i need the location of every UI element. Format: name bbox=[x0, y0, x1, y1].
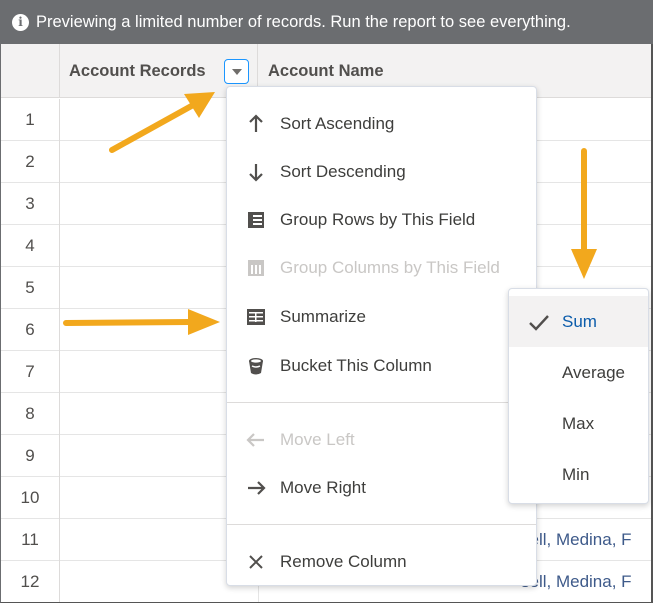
arrow-left-icon bbox=[246, 430, 266, 450]
row-number: 11 bbox=[1, 519, 60, 561]
group-rows-icon bbox=[246, 210, 266, 230]
row-number: 2 bbox=[1, 141, 60, 183]
summarize-submenu: Sum Average Max Min bbox=[508, 288, 649, 504]
submenu-item-min[interactable]: Min bbox=[509, 449, 648, 500]
column-header-label: Account Name bbox=[268, 61, 384, 80]
row-number-header bbox=[1, 44, 60, 98]
row-number: 1 bbox=[1, 99, 60, 141]
submenu-item-label: Average bbox=[562, 362, 626, 382]
column-header-label: Account Records bbox=[69, 61, 206, 80]
menu-item-remove-column[interactable]: Remove Column bbox=[227, 540, 536, 584]
checkmark-icon bbox=[529, 315, 549, 331]
arrow-down-icon bbox=[246, 162, 266, 182]
submenu-item-average[interactable]: Average bbox=[509, 347, 648, 398]
account-name-cell[interactable]: sell, Medina, F bbox=[521, 519, 632, 561]
menu-item-label: Group Rows by This Field bbox=[280, 210, 476, 229]
submenu-item-label: Max bbox=[562, 413, 595, 433]
row-number: 4 bbox=[1, 225, 60, 267]
menu-divider bbox=[227, 402, 536, 403]
row-number: 5 bbox=[1, 267, 60, 309]
submenu-item-max[interactable]: Max bbox=[509, 398, 648, 449]
menu-item-move-left: Move Left bbox=[227, 418, 536, 462]
arrow-up-icon bbox=[246, 114, 266, 134]
menu-item-group-columns: Group Columns by This Field bbox=[227, 246, 536, 290]
menu-item-summarize[interactable]: Summarize bbox=[227, 295, 538, 339]
account-name-cell[interactable]: sell, Medina, F bbox=[521, 561, 632, 602]
preview-banner: i Previewing a limited number of records… bbox=[0, 0, 653, 44]
menu-item-label: Group Columns by This Field bbox=[280, 258, 500, 277]
menu-item-group-rows[interactable]: Group Rows by This Field bbox=[227, 198, 536, 242]
menu-item-label: Sort Descending bbox=[280, 162, 406, 181]
menu-item-bucket[interactable]: Bucket This Column bbox=[227, 344, 536, 388]
bucket-icon bbox=[246, 356, 266, 376]
menu-divider bbox=[227, 524, 536, 525]
close-icon bbox=[246, 552, 266, 572]
submenu-item-label: Sum bbox=[562, 311, 597, 331]
row-number: 9 bbox=[1, 435, 60, 477]
menu-item-sort-ascending[interactable]: Sort Ascending bbox=[227, 102, 536, 146]
banner-text: Previewing a limited number of records. … bbox=[36, 12, 571, 31]
group-columns-icon bbox=[246, 258, 266, 278]
row-number: 10 bbox=[1, 477, 60, 519]
menu-item-label: Move Right bbox=[280, 478, 366, 497]
summarize-icon bbox=[246, 307, 266, 327]
row-number: 6 bbox=[1, 309, 60, 351]
menu-item-move-right[interactable]: Move Right bbox=[227, 466, 536, 510]
menu-item-label: Summarize bbox=[280, 307, 366, 326]
menu-item-label: Sort Ascending bbox=[280, 114, 395, 133]
arrow-right-icon bbox=[246, 478, 266, 498]
chevron-down-icon bbox=[231, 68, 242, 75]
row-number: 12 bbox=[1, 561, 60, 602]
submenu-item-sum[interactable]: Sum bbox=[509, 296, 648, 347]
column-menu-button[interactable] bbox=[224, 59, 249, 84]
row-number: 8 bbox=[1, 393, 60, 435]
submenu-item-label: Min bbox=[562, 464, 590, 484]
column-menu: Sort Ascending Sort Descending Group Row… bbox=[226, 86, 538, 586]
menu-item-sort-descending[interactable]: Sort Descending bbox=[227, 150, 536, 194]
menu-item-label: Remove Column bbox=[280, 552, 407, 571]
menu-item-label: Bucket This Column bbox=[280, 356, 432, 375]
info-icon: i bbox=[12, 13, 29, 31]
row-number: 3 bbox=[1, 183, 60, 225]
menu-item-label: Move Left bbox=[280, 430, 355, 449]
row-number: 7 bbox=[1, 351, 60, 393]
